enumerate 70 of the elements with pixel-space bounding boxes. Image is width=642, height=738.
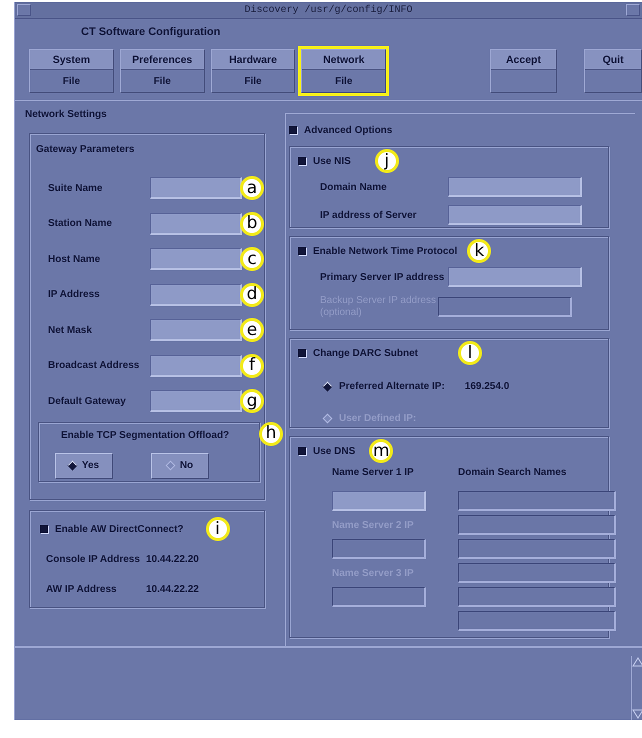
radio-button[interactable] [322, 381, 332, 391]
input-field[interactable] [332, 491, 426, 511]
callout-badge: c [240, 247, 264, 271]
ip-value: 169.254.0 [464, 380, 510, 392]
input-field[interactable] [448, 267, 582, 287]
field-label: Default Gateway [48, 396, 127, 406]
scroll-down-icon[interactable] [632, 708, 642, 720]
field-label: IP Address [48, 289, 101, 300]
checkbox-label: Use DNS [313, 446, 356, 456]
callout-badge: l [458, 341, 482, 365]
panel-title: Network Settings [25, 108, 107, 120]
callout-badge: k [467, 239, 492, 263]
checkbox-label: Advanced Options [304, 124, 392, 136]
window-menu-button[interactable] [17, 4, 31, 16]
group-title: Gateway Parameters [36, 144, 134, 155]
checkbox[interactable] [289, 126, 297, 134]
callout-badge: g [240, 389, 264, 413]
radio-button[interactable]: Yes [55, 452, 113, 478]
checkbox[interactable] [40, 525, 48, 533]
checkbox[interactable] [298, 247, 306, 255]
checkbox-label: Change DARC Subnet [313, 348, 418, 358]
toolbar-button[interactable]: Quit [581, 46, 642, 96]
callout-badge: f [240, 354, 264, 378]
ip-value: 10.44.22.20 [146, 554, 199, 564]
checkbox[interactable] [298, 157, 306, 165]
window-title: Discovery /usr/g/config/INFO [244, 4, 413, 16]
scrollbar[interactable] [631, 656, 642, 720]
field-label: Host Name [48, 254, 102, 264]
input-field[interactable] [150, 248, 242, 270]
field-label: Broadcast Address [48, 360, 140, 371]
callout-badge: d [240, 282, 264, 306]
radio-label: Preferred Alternate IP: [339, 380, 445, 392]
callout-badge: h [259, 422, 283, 446]
callout-badge: j [374, 149, 399, 173]
input-field[interactable] [150, 319, 242, 341]
checkbox[interactable] [298, 447, 306, 455]
input-field[interactable] [150, 284, 242, 306]
callout-badge: b [240, 212, 264, 236]
field-label: Name Server 1 IP [332, 466, 414, 478]
toolbar-button[interactable]: Network File [298, 46, 390, 96]
checkbox-label: Enable Network Time Protocol [313, 246, 458, 256]
field-label: Primary Server IP address [320, 272, 446, 282]
app-title: CT Software Configuration [81, 26, 220, 38]
checkbox-label: Use NIS [313, 156, 351, 166]
field-label: IP address of Server [320, 210, 418, 220]
callout-badge: i [206, 517, 230, 541]
toolbar-button[interactable]: System File [26, 46, 117, 96]
callout-badge: m [369, 439, 394, 463]
scroll-up-icon[interactable] [632, 656, 642, 668]
field-label: Domain Name [320, 182, 388, 192]
input-field[interactable] [150, 177, 242, 199]
field-label: AW IP Address [46, 584, 118, 594]
input-field[interactable] [448, 177, 582, 197]
minimize-button[interactable] [626, 4, 640, 16]
field-label: Station Name [48, 218, 113, 229]
callout-badge: a [240, 176, 264, 200]
input-field[interactable] [150, 212, 242, 234]
radio-button[interactable]: No [151, 452, 209, 478]
ip-value: 10.44.22.22 [146, 584, 199, 594]
field-label: Net Mask [48, 324, 93, 336]
question-label: Enable TCP Segmentation Offload? [61, 430, 230, 441]
field-label: Console IP Address [46, 554, 141, 564]
column-heading: Domain Search Names [458, 466, 566, 478]
callout-badge: e [240, 318, 264, 342]
input-field[interactable] [150, 390, 242, 412]
field-label: Suite Name [48, 182, 104, 194]
input-field[interactable] [448, 205, 582, 225]
checkbox[interactable] [298, 349, 306, 357]
checkbox-label: Enable AW DirectConnect? [55, 524, 184, 534]
input-field[interactable] [150, 354, 242, 376]
